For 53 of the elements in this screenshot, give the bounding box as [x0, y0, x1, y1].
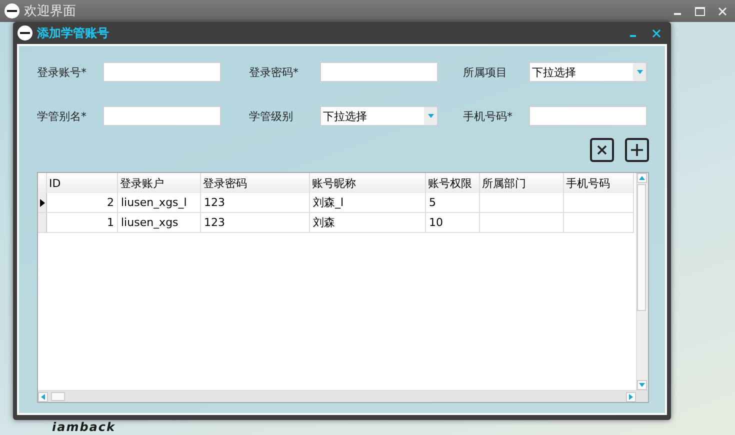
down-arrow-icon: [636, 68, 644, 76]
table-cell: 2: [47, 193, 118, 213]
table-cell: 刘森: [310, 213, 426, 233]
add-button[interactable]: [625, 138, 649, 162]
table-cell: 10: [426, 213, 480, 233]
text-field[interactable]: [320, 62, 438, 82]
table-cell: liusen_xgs: [118, 213, 201, 233]
dropdown[interactable]: 下拉选择: [529, 62, 647, 82]
vertical-scrollbar[interactable]: [636, 173, 648, 390]
table-cell: 1: [47, 213, 118, 233]
column-header[interactable]: 手机号码: [564, 173, 634, 193]
column-header[interactable]: 登录账户: [118, 173, 201, 193]
row-pointer-icon: [40, 198, 44, 206]
logo: iamback: [52, 421, 116, 433]
field-label: 手机号码*: [463, 108, 514, 124]
row-header[interactable]: [38, 193, 47, 213]
delete-button[interactable]: [590, 138, 614, 162]
table-cell: [564, 193, 634, 213]
close-icon: [596, 144, 608, 156]
column-header[interactable]: 所属部门: [480, 173, 564, 193]
table-cell: 5: [426, 193, 480, 213]
dialog-title: 添加学管账号: [37, 24, 109, 42]
header-corner: [38, 173, 47, 193]
field-label: 登录密码*: [249, 64, 300, 80]
horizontal-scrollbar[interactable]: [38, 390, 648, 402]
text-field[interactable]: [529, 106, 647, 126]
field-label: 登录账号*: [37, 64, 88, 80]
text-field[interactable]: [103, 106, 221, 126]
scroll-thumb[interactable]: [637, 184, 646, 311]
logo-icon: [4, 3, 20, 19]
column-header[interactable]: 登录密码: [201, 173, 310, 193]
field-label: 学管级别: [249, 108, 294, 124]
table-cell: 123: [201, 213, 310, 233]
scroll-thumb[interactable]: [51, 392, 65, 401]
left-arrow-icon: [39, 392, 47, 400]
window-title: 欢迎界面: [24, 3, 76, 20]
column-header[interactable]: 账号昵称: [310, 173, 426, 193]
table-cell: [564, 213, 634, 233]
logo-icon: [17, 25, 33, 41]
up-arrow-icon: [638, 174, 646, 182]
column-header[interactable]: ID: [47, 173, 118, 193]
dropdown[interactable]: 下拉选择: [320, 106, 438, 126]
table-cell: 123: [201, 193, 310, 213]
column-header[interactable]: 账号权限: [426, 173, 480, 193]
table-cell: 刘森_l: [310, 193, 426, 213]
text-field[interactable]: [103, 62, 221, 82]
down-arrow-icon: [426, 112, 434, 120]
right-arrow-icon: [627, 392, 635, 400]
plus-icon: [630, 143, 644, 157]
field-label: 学管别名*: [37, 108, 88, 124]
field-label: 所属项目: [463, 64, 508, 80]
table-cell: liusen_xgs_l: [118, 193, 201, 213]
down-arrow-icon: [638, 381, 646, 389]
